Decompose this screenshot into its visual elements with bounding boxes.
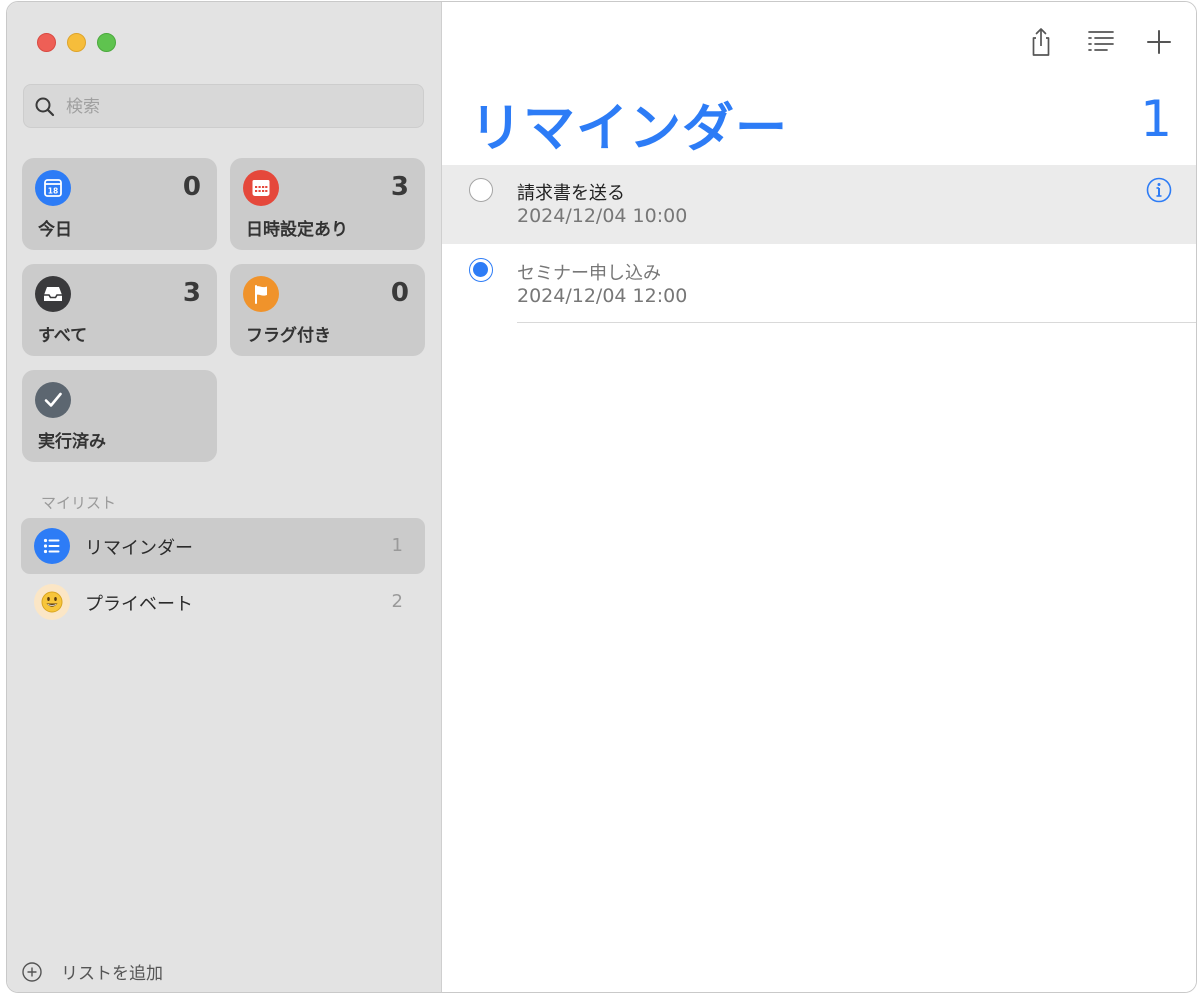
smart-list-count: 3 bbox=[390, 172, 409, 202]
sidebar: 18 0 今日 3 日時設定あり bbox=[7, 2, 442, 992]
my-lists-header: マイリスト bbox=[41, 494, 117, 512]
smart-list-count: 0 bbox=[390, 278, 409, 308]
list-item-private[interactable]: プライベート 2 bbox=[21, 574, 425, 630]
close-window-button[interactable] bbox=[37, 33, 56, 52]
complete-toggle[interactable] bbox=[469, 178, 493, 202]
smart-list-label: 日時設定あり bbox=[246, 220, 348, 240]
smart-list-label: 実行済み bbox=[38, 432, 106, 452]
add-list-label: リストを追加 bbox=[61, 964, 163, 984]
completed-dot bbox=[473, 262, 488, 277]
search-field[interactable] bbox=[23, 84, 424, 128]
calendar-icon: 18 bbox=[35, 170, 71, 206]
row-divider bbox=[517, 322, 1196, 323]
smart-list-count: 3 bbox=[182, 278, 201, 308]
smiley-icon bbox=[34, 584, 70, 620]
smart-list-completed[interactable]: 実行済み bbox=[22, 370, 217, 462]
add-list-button[interactable]: リストを追加 bbox=[21, 959, 163, 984]
reminder-row[interactable]: 請求書を送る 2024/12/04 10:00 bbox=[442, 165, 1196, 244]
smart-list-flagged[interactable]: 0 フラグ付き bbox=[230, 264, 425, 356]
list-name: プライベート bbox=[85, 594, 193, 615]
plus-circle-icon bbox=[22, 961, 42, 982]
window-controls bbox=[37, 33, 116, 52]
smart-list-label: 今日 bbox=[38, 220, 72, 240]
reminders-window: 18 0 今日 3 日時設定あり bbox=[6, 1, 1197, 993]
checkmark-icon bbox=[35, 382, 71, 418]
reminder-row[interactable]: セミナー申し込み 2024/12/04 12:00 bbox=[442, 244, 1196, 323]
reminder-title[interactable]: 請求書を送る bbox=[517, 179, 625, 205]
list-options-button[interactable] bbox=[1085, 26, 1117, 58]
smart-list-scheduled[interactable]: 3 日時設定あり bbox=[230, 158, 425, 250]
search-input[interactable] bbox=[64, 91, 408, 123]
list-options-icon bbox=[1088, 31, 1114, 51]
smart-list-today[interactable]: 18 0 今日 bbox=[22, 158, 217, 250]
smart-list-label: フラグ付き bbox=[246, 326, 331, 346]
reminder-title[interactable]: セミナー申し込み bbox=[517, 259, 661, 285]
maximize-window-button[interactable] bbox=[97, 33, 116, 52]
main-panel: リマインダー 1 請求書を送る 2024/12/04 10:00 セミナー申し込… bbox=[442, 2, 1196, 992]
list-total-count: 1 bbox=[1140, 90, 1172, 148]
list-count: 2 bbox=[391, 591, 403, 612]
list-count: 1 bbox=[391, 535, 403, 556]
smart-list-label: すべて bbox=[38, 326, 88, 346]
share-button[interactable] bbox=[1025, 26, 1057, 58]
share-icon bbox=[1032, 28, 1050, 56]
list-item-reminders[interactable]: リマインダー 1 bbox=[21, 518, 425, 574]
smart-list-all[interactable]: 3 すべて bbox=[22, 264, 217, 356]
flag-icon bbox=[243, 276, 279, 312]
complete-toggle[interactable] bbox=[469, 258, 493, 282]
reminder-date: 2024/12/04 10:00 bbox=[517, 205, 688, 227]
info-icon bbox=[1146, 177, 1172, 203]
list-name: リマインダー bbox=[85, 538, 193, 559]
list-bullet-icon bbox=[34, 528, 70, 564]
reminder-date: 2024/12/04 12:00 bbox=[517, 285, 688, 307]
plus-icon bbox=[1147, 30, 1171, 54]
minimize-window-button[interactable] bbox=[67, 33, 86, 52]
search-icon bbox=[35, 97, 55, 117]
calendar-grid-icon bbox=[243, 170, 279, 206]
add-reminder-button[interactable] bbox=[1143, 26, 1175, 58]
list-title: リマインダー bbox=[470, 99, 789, 159]
tray-icon bbox=[35, 276, 71, 312]
smart-list-count: 0 bbox=[182, 172, 201, 202]
info-button[interactable] bbox=[1146, 177, 1172, 207]
calendar-icon-date: 18 bbox=[48, 187, 58, 196]
